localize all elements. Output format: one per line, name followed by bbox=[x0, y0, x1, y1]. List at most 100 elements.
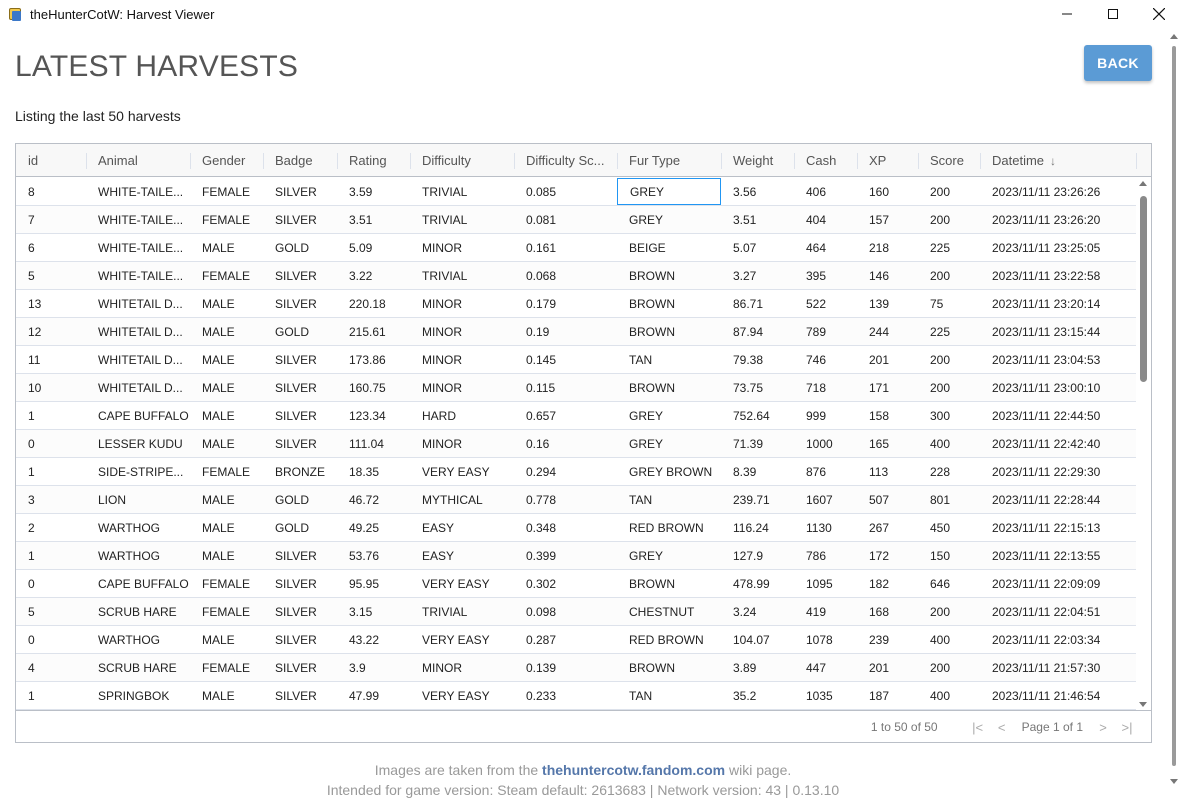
first-page-icon[interactable]: |< bbox=[966, 720, 990, 735]
cell-gender[interactable]: FEMALE bbox=[190, 262, 263, 289]
cell-difficulty[interactable]: VERY EASY bbox=[410, 458, 514, 485]
cell-cash[interactable]: 718 bbox=[794, 374, 857, 401]
grid-scrollbar[interactable] bbox=[1136, 178, 1151, 710]
cell-animal[interactable]: WHITETAIL D... bbox=[86, 318, 190, 345]
back-button[interactable]: BACK bbox=[1084, 45, 1152, 81]
cell-badge[interactable]: GOLD bbox=[263, 318, 337, 345]
cell-difficulty[interactable]: TRIVIAL bbox=[410, 178, 514, 205]
cell-badge[interactable]: SILVER bbox=[263, 346, 337, 373]
cell-fur-type[interactable]: RED BROWN bbox=[617, 514, 721, 541]
cell-fur-type[interactable]: GREY bbox=[617, 542, 721, 569]
cell-difficulty-score[interactable]: 0.399 bbox=[514, 542, 617, 569]
cell-rating[interactable]: 47.99 bbox=[337, 682, 410, 709]
cell-datetime[interactable]: 2023/11/11 22:09:09 bbox=[980, 570, 1136, 597]
page-scrollbar[interactable] bbox=[1166, 28, 1182, 790]
cell-difficulty-score[interactable]: 0.068 bbox=[514, 262, 617, 289]
cell-id[interactable]: 7 bbox=[16, 206, 86, 233]
cell-datetime[interactable]: 2023/11/11 23:26:26 bbox=[980, 178, 1136, 205]
table-row[interactable]: 1 CAPE BUFFALO MALE SILVER 123.34 HARD 0.657 GR… bbox=[16, 402, 1136, 430]
cell-difficulty[interactable]: VERY EASY bbox=[410, 626, 514, 653]
table-row[interactable]: 11 WHITETAIL D... MALE SILVER 173.86 MINOR 0.1… bbox=[16, 346, 1136, 374]
cell-weight[interactable]: 3.51 bbox=[721, 206, 794, 233]
cell-fur-type[interactable]: GREY bbox=[617, 430, 721, 457]
column-resize-handle[interactable] bbox=[617, 153, 618, 169]
cell-gender[interactable]: FEMALE bbox=[190, 570, 263, 597]
cell-score[interactable]: 200 bbox=[918, 178, 980, 205]
cell-datetime[interactable]: 2023/11/11 23:20:14 bbox=[980, 290, 1136, 317]
cell-difficulty-score[interactable]: 0.778 bbox=[514, 486, 617, 513]
maximize-button[interactable] bbox=[1090, 0, 1136, 28]
cell-badge[interactable]: SILVER bbox=[263, 654, 337, 681]
cell-id[interactable]: 4 bbox=[16, 654, 86, 681]
table-row[interactable]: 1 SPRINGBOK MALE SILVER 47.99 VERY EASY 0.233 T… bbox=[16, 682, 1136, 710]
cell-score[interactable]: 200 bbox=[918, 598, 980, 625]
cell-id[interactable]: 1 bbox=[16, 458, 86, 485]
cell-datetime[interactable]: 2023/11/11 21:57:30 bbox=[980, 654, 1136, 681]
cell-cash[interactable]: 999 bbox=[794, 402, 857, 429]
cell-difficulty-score[interactable]: 0.348 bbox=[514, 514, 617, 541]
cell-gender[interactable]: MALE bbox=[190, 290, 263, 317]
column-resize-handle[interactable] bbox=[857, 153, 858, 169]
cell-id[interactable]: 0 bbox=[16, 626, 86, 653]
cell-rating[interactable]: 220.18 bbox=[337, 290, 410, 317]
column-header-fur-type[interactable]: Fur Type bbox=[617, 144, 721, 177]
table-row[interactable]: 8 WHITE-TAILE... FEMALE SILVER 3.59 TRIVIAL 0.… bbox=[16, 178, 1136, 206]
cell-xp[interactable]: 165 bbox=[857, 430, 918, 457]
cell-xp[interactable]: 201 bbox=[857, 654, 918, 681]
cell-difficulty[interactable]: MINOR bbox=[410, 290, 514, 317]
cell-id[interactable]: 1 bbox=[16, 542, 86, 569]
cell-gender[interactable]: MALE bbox=[190, 542, 263, 569]
cell-difficulty[interactable]: MINOR bbox=[410, 346, 514, 373]
cell-xp[interactable]: 139 bbox=[857, 290, 918, 317]
cell-weight[interactable]: 3.27 bbox=[721, 262, 794, 289]
cell-fur-type[interactable]: GREY bbox=[617, 206, 721, 233]
cell-xp[interactable]: 158 bbox=[857, 402, 918, 429]
column-header-cash[interactable]: Cash bbox=[794, 144, 857, 177]
cell-datetime[interactable]: 2023/11/11 22:44:50 bbox=[980, 402, 1136, 429]
cell-datetime[interactable]: 2023/11/11 22:04:51 bbox=[980, 598, 1136, 625]
cell-animal[interactable]: SCRUB HARE bbox=[86, 654, 190, 681]
cell-difficulty[interactable]: TRIVIAL bbox=[410, 262, 514, 289]
cell-xp[interactable]: 160 bbox=[857, 178, 918, 205]
column-resize-handle[interactable] bbox=[86, 153, 87, 169]
cell-fur-type[interactable]: GREY BROWN bbox=[617, 458, 721, 485]
cell-difficulty-score[interactable]: 0.233 bbox=[514, 682, 617, 709]
page-scroll-down-icon[interactable] bbox=[1170, 779, 1178, 784]
cell-id[interactable]: 1 bbox=[16, 682, 86, 709]
cell-weight[interactable]: 35.2 bbox=[721, 682, 794, 709]
cell-id[interactable]: 5 bbox=[16, 262, 86, 289]
cell-score[interactable]: 400 bbox=[918, 626, 980, 653]
cell-difficulty-score[interactable]: 0.302 bbox=[514, 570, 617, 597]
cell-weight[interactable]: 3.24 bbox=[721, 598, 794, 625]
scroll-down-icon[interactable] bbox=[1139, 702, 1147, 707]
cell-rating[interactable]: 3.51 bbox=[337, 206, 410, 233]
cell-rating[interactable]: 46.72 bbox=[337, 486, 410, 513]
cell-id[interactable]: 2 bbox=[16, 514, 86, 541]
cell-difficulty-score[interactable]: 0.161 bbox=[514, 234, 617, 261]
cell-cash[interactable]: 522 bbox=[794, 290, 857, 317]
cell-fur-type[interactable]: TAN bbox=[617, 486, 721, 513]
cell-xp[interactable]: 168 bbox=[857, 598, 918, 625]
table-row[interactable]: 12 WHITETAIL D... MALE GOLD 215.61 MINOR 0.19 B… bbox=[16, 318, 1136, 346]
cell-gender[interactable]: FEMALE bbox=[190, 178, 263, 205]
cell-weight[interactable]: 5.07 bbox=[721, 234, 794, 261]
cell-difficulty[interactable]: MINOR bbox=[410, 654, 514, 681]
column-header-score[interactable]: Score bbox=[918, 144, 980, 177]
cell-badge[interactable]: SILVER bbox=[263, 262, 337, 289]
cell-badge[interactable]: SILVER bbox=[263, 682, 337, 709]
cell-rating[interactable]: 3.59 bbox=[337, 178, 410, 205]
cell-badge[interactable]: SILVER bbox=[263, 290, 337, 317]
cell-animal[interactable]: CAPE BUFFALO bbox=[86, 402, 190, 429]
cell-xp[interactable]: 157 bbox=[857, 206, 918, 233]
cell-difficulty[interactable]: MINOR bbox=[410, 318, 514, 345]
cell-animal[interactable]: SIDE-STRIPE... bbox=[86, 458, 190, 485]
cell-weight[interactable]: 104.07 bbox=[721, 626, 794, 653]
cell-difficulty-score[interactable]: 0.657 bbox=[514, 402, 617, 429]
cell-gender[interactable]: MALE bbox=[190, 402, 263, 429]
cell-cash[interactable]: 876 bbox=[794, 458, 857, 485]
cell-badge[interactable]: SILVER bbox=[263, 374, 337, 401]
cell-rating[interactable]: 173.86 bbox=[337, 346, 410, 373]
column-header-gender[interactable]: Gender bbox=[190, 144, 263, 177]
cell-id[interactable]: 1 bbox=[16, 402, 86, 429]
cell-datetime[interactable]: 2023/11/11 22:13:55 bbox=[980, 542, 1136, 569]
